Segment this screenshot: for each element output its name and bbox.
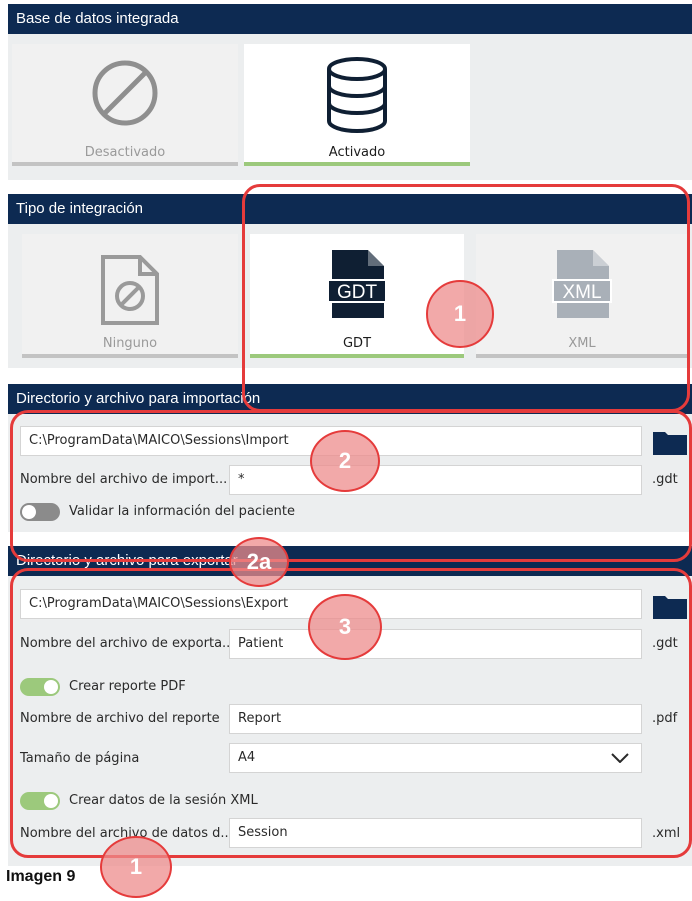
option-label: Desactivado	[84, 145, 166, 160]
callout-bubble: 1	[100, 836, 172, 898]
option-label: Ninguno	[102, 336, 158, 351]
selection-bar	[22, 354, 238, 358]
database-option-activado[interactable]: Activado	[244, 44, 470, 166]
callout-bubble: 2	[310, 430, 380, 492]
database-option-desactivado[interactable]: Desactivado	[12, 44, 238, 166]
callout-bubble: 1	[426, 280, 494, 348]
figure-caption: Imagen 9	[6, 868, 76, 885]
integration-option-ninguno[interactable]: Ninguno	[22, 234, 238, 358]
option-label: Activado	[328, 145, 386, 160]
selection-bar	[12, 162, 238, 166]
database-header: Base de datos integrada	[8, 4, 692, 34]
none-file-icon	[101, 255, 159, 325]
disabled-circle-icon	[92, 60, 158, 126]
selection-bar	[244, 162, 470, 166]
database-icon	[327, 57, 387, 133]
callout-bubble: 2a	[229, 537, 289, 587]
callout-bubble: 3	[308, 594, 382, 660]
